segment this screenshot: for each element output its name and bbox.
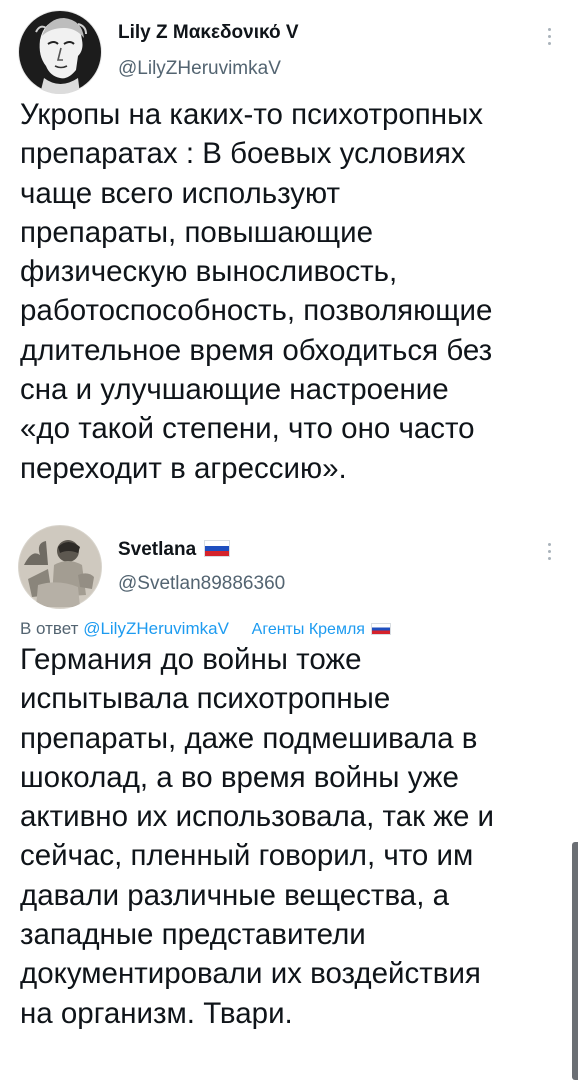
avatar[interactable] [18, 525, 102, 609]
more-options-icon[interactable] [546, 543, 552, 560]
tweet-text: Укропы на каких-то психотропных препарат… [20, 95, 560, 488]
tweet-text-line: препараты, повышающие [20, 215, 374, 249]
tweet-text-line: сейчас, пленный говорил, что им [20, 839, 474, 873]
avatar[interactable] [18, 10, 102, 94]
russian-flag-icon [204, 540, 231, 557]
community-tag[interactable]: Агенты Кремля [252, 621, 391, 638]
reply-context: В ответ @LilyZHeruvimkaV Агенты Кремля [20, 619, 391, 639]
tweet-text-line: переходит в агрессию». [20, 451, 347, 485]
tweet-text-line: документировали их воздействия [20, 957, 481, 991]
tweet[interactable]: Svetlana @Svetlan89886360 В ответ @LilyZ… [0, 515, 578, 1080]
tweet-text-line: физическую выносливость, [20, 255, 398, 289]
tweet-text-line: давали различные вещества, а [20, 878, 449, 912]
tweet-text-line: Укропы на каких-то психотропных [20, 98, 484, 131]
tweet-text-line: западные представители [20, 918, 366, 952]
tweet-text-line: Германия до войны тоже [20, 643, 362, 676]
vintage-photo-icon [18, 525, 102, 609]
scrollbar[interactable] [572, 842, 578, 1080]
tweet-text-line: испытывала психотропные [20, 682, 391, 716]
tweet-text: Германия до войны тоже испытывала психот… [20, 640, 560, 1033]
tweet-text-line: препараты, даже подмешивала в [20, 721, 478, 755]
author-name[interactable]: Lily Z Μακεδονικό V [118, 22, 299, 44]
author-handle[interactable]: @LilyZHeruvimkaV [118, 58, 281, 80]
reply-mention-link[interactable]: @LilyZHeruvimkaV [83, 619, 229, 638]
tweet-text-line: шоколад, а во время войны уже [20, 760, 459, 794]
tweet-text-line: длительное время обходиться без [20, 333, 493, 367]
tweet-text-line: «до такой степени, что оно часто [20, 412, 475, 446]
russian-flag-icon [370, 623, 391, 635]
tweet-text-line: активно их использовала, так же и [20, 800, 495, 834]
community-tag-label: Агенты Кремля [251, 621, 365, 638]
author-name[interactable]: Svetlana [118, 539, 231, 561]
tweet-text-line: препаратах : В боевых условиях [20, 137, 466, 171]
tweet-text-line: сна и улучшающие настроение [20, 373, 449, 407]
more-options-icon[interactable] [546, 28, 552, 45]
classical-bust-icon [18, 10, 102, 94]
tweet-text-line: работоспособность, позволяющие [20, 294, 493, 328]
tweet-text-line: на организм. Твари. [20, 996, 293, 1030]
reply-prefix: В ответ [20, 619, 79, 638]
author-name-text: Svetlana [118, 539, 197, 560]
author-handle[interactable]: @Svetlan89886360 [118, 573, 285, 595]
tweet[interactable]: Lily Z Μακεδονικό V @LilyZHeruvimkaV Укр… [0, 0, 578, 515]
tweet-text-line: чаще всего используют [20, 176, 341, 210]
